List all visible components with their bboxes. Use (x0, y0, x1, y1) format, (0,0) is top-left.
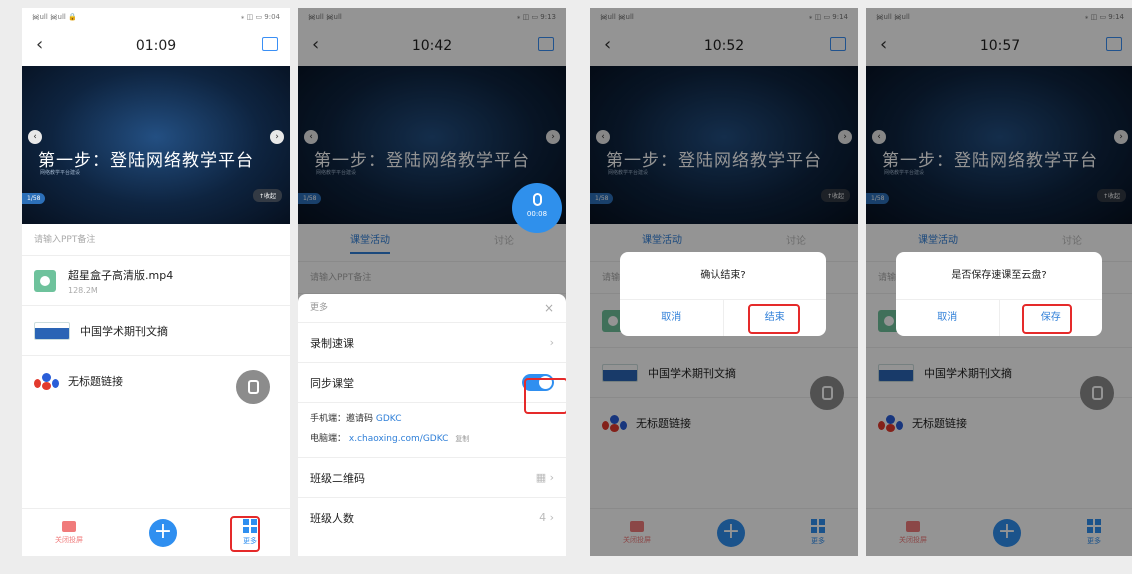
baidu-link-icon (34, 371, 60, 391)
slide-subtitle: 网络教学平台建设 (40, 170, 81, 176)
copy-button[interactable]: 复制 (455, 435, 469, 443)
pc-link[interactable]: x.chaoxing.com/GDKC (349, 434, 449, 444)
close-projection-button[interactable]: 关闭投屏 (55, 520, 83, 545)
journal-icon (34, 321, 70, 340)
close-icon[interactable]: × (544, 294, 554, 322)
highlight-end (748, 304, 800, 334)
add-button[interactable]: + (149, 518, 177, 547)
class-count-value: 4 (539, 511, 547, 524)
phone-screen-4: ᯼ull ᯼ull ⁎ ◫ ▭ 9:14 ‹ 10:57 ‹ › 第一步：登陆网… (866, 8, 1132, 556)
class-qrcode-label: 班级二维码 (310, 471, 365, 485)
phone-screen-3: ᯼ull ᯼ull ⁎ ◫ ▭ 9:14 ‹ 10:52 ‹ › 第一步：登陆网… (590, 8, 858, 556)
tv-icon (62, 520, 76, 532)
list-item-title: 超星盒子高清版.mp4 (68, 268, 174, 282)
list-item-title: 无标题链接 (68, 375, 123, 388)
pc-label: 电脑端： (310, 434, 347, 444)
phone-screen-2: ᯼ull ᯼ull ⁎ ◫ ▭ 9:13 ‹ 10:42 ‹ › 第一步：登陆网… (298, 8, 566, 556)
ppt-slide[interactable]: ‹ › 第一步：登陆网络教学平台 网络教学平台建设 1/58 ↑收起 (22, 66, 290, 224)
status-left: ᯼ull ᯼ull 🔒 (32, 12, 77, 21)
sync-class-label: 同步课堂 (310, 376, 354, 390)
sheet-title: 更多 (310, 303, 329, 313)
list-item-title: 中国学术期刊文摘 (80, 324, 168, 338)
list-item[interactable]: 中国学术期刊文摘 (22, 306, 290, 356)
list-item[interactable]: 超星盒子高清版.mp4 128.2M (22, 256, 290, 306)
timer-title: 01:09 (135, 38, 177, 54)
highlight-toggle (524, 378, 566, 414)
video-file-icon (34, 269, 56, 292)
dialog-title: 确认结束? (620, 252, 826, 300)
qrcode-icon: ▦ › (535, 471, 554, 484)
remote-float-button[interactable] (236, 370, 270, 404)
record-lesson-row[interactable]: 录制速课 › (298, 322, 566, 362)
class-count-row[interactable]: 班级人数 4 › (298, 497, 566, 537)
sheet-header: 更多 × (298, 294, 566, 322)
prev-slide-icon[interactable]: ‹ (28, 130, 42, 144)
recording-time: 00:08 (526, 210, 548, 218)
next-slide-icon[interactable]: › (270, 130, 284, 144)
record-lesson-label: 录制速课 (310, 336, 354, 350)
back-icon[interactable]: ‹ (36, 34, 43, 55)
highlight-save (1022, 304, 1072, 334)
microphone-icon (532, 193, 542, 206)
cancel-button[interactable]: 取消 (896, 300, 1000, 336)
share-icon[interactable] (262, 37, 278, 51)
close-projection-label: 关闭投屏 (55, 535, 83, 544)
nav-bar: ‹ 01:09 (22, 26, 290, 66)
page-indicator: 1/58 (22, 193, 46, 204)
dialog-title: 是否保存速课至云盘? (896, 252, 1102, 300)
cancel-button[interactable]: 取消 (620, 300, 724, 336)
status-right: ⁎ ◫ ▭ 9:04 (240, 13, 280, 21)
invite-code: GDKC (375, 414, 402, 424)
slide-title: 第一步：登陆网络教学平台 (38, 151, 254, 171)
class-qrcode-row[interactable]: 班级二维码 ▦ › (298, 457, 566, 497)
chevron-right-icon: › (549, 336, 554, 349)
recording-mic-button[interactable]: 00:08 (512, 183, 562, 233)
phone-invite-label: 手机端：邀请码 (310, 414, 374, 424)
list-item-size: 128.2M (68, 285, 98, 295)
collapse-button[interactable]: ↑收起 (252, 189, 282, 202)
class-count-label: 班级人数 (310, 511, 354, 525)
ppt-note-input[interactable]: 请输入PPT备注 (22, 224, 290, 256)
more-sheet: 更多 × 录制速课 › 同步课堂 手机端：邀请码 GDKC 电脑端： x.cha… (298, 294, 566, 556)
phone-screen-1: ᯼ull ᯼ull 🔒 ⁎ ◫ ▭ 9:04 ‹ 01:09 ‹ › 第一步：登… (22, 8, 290, 556)
status-bar: ᯼ull ᯼ull 🔒 ⁎ ◫ ▭ 9:04 (22, 8, 290, 26)
highlight-more (230, 516, 260, 552)
